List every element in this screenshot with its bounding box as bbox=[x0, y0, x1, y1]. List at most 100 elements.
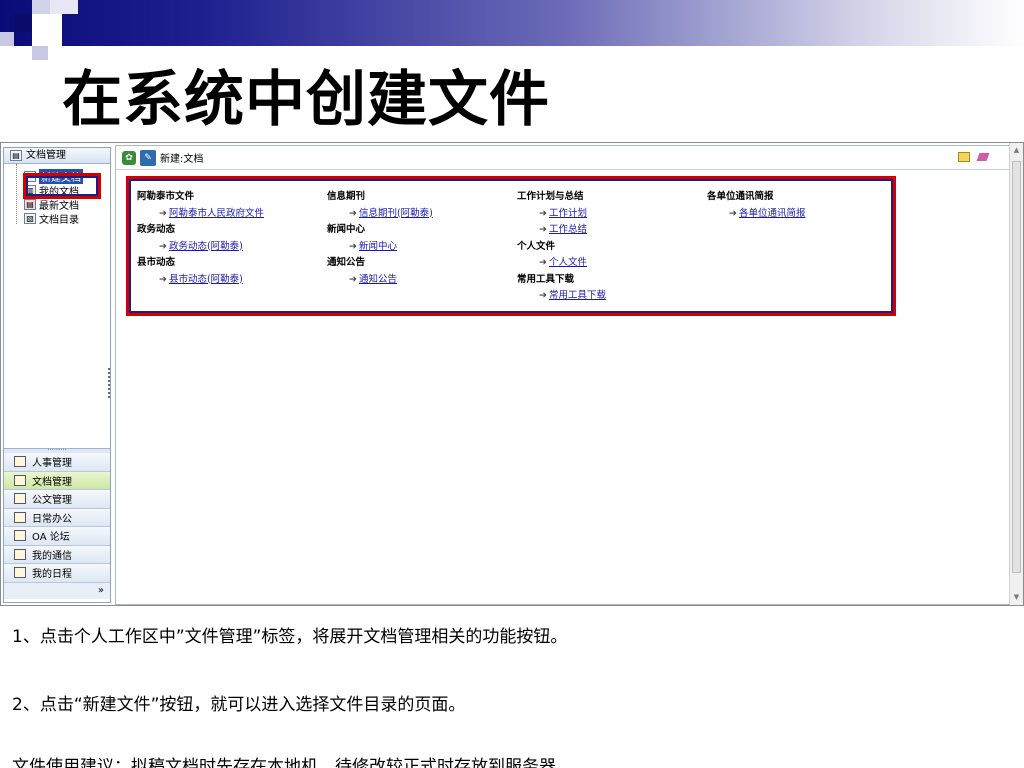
module-list: 人事管理 文档管理 公文管理 日常办公 OA 论坛 我的通信 我的日程 » bbox=[4, 453, 110, 599]
main-panel: ✿ ✎ 新建:文档 阿勒泰市文件 ➔ 阿勒泰市人民政府文件 政务动态 ➔ 政务动态(阿勒泰… bbox=[115, 145, 1011, 605]
arrow-icon: ➔ bbox=[159, 240, 167, 252]
category-link-row: ➔ 通知公告 bbox=[327, 272, 517, 289]
doc-tree-panel: ▤ 文档管理 ✎ 新建文档 ▥ 我的文档 ▤ 最新文档 ▧ 文档目录 bbox=[4, 148, 110, 448]
sidebar-header[interactable]: ▤ 文档管理 bbox=[4, 148, 110, 164]
category-title: 常用工具下载 bbox=[517, 273, 575, 285]
arrow-icon: ➔ bbox=[159, 273, 167, 285]
category-link-row: ➔ 政务动态(阿勒泰) bbox=[137, 239, 327, 256]
category-title: 信息期刊 bbox=[327, 191, 366, 202]
office-icon bbox=[14, 511, 26, 523]
decor-square bbox=[32, 46, 48, 60]
category-link[interactable]: 通知公告 bbox=[359, 274, 397, 285]
category-link[interactable]: 常用工具下载 bbox=[549, 290, 606, 301]
personnel-icon bbox=[14, 456, 26, 468]
category-link[interactable]: 各单位通讯简报 bbox=[739, 208, 806, 219]
module-label: 人事管理 bbox=[32, 458, 72, 470]
arrow-icon: ➔ bbox=[539, 207, 547, 219]
more-modules-button[interactable]: » bbox=[4, 582, 110, 599]
schedule-icon bbox=[14, 567, 26, 579]
decor-square bbox=[14, 14, 32, 32]
category-column: 信息期刊 ➔ 信息期刊(阿勒泰) 新闻中心 ➔ 新闻中心 通知公告 ➔ 通知公告 bbox=[327, 189, 517, 305]
category-link[interactable]: 政务动态(阿勒泰) bbox=[169, 241, 243, 252]
category-link-row: ➔ 阿勒泰市人民政府文件 bbox=[137, 206, 327, 223]
module-office[interactable]: 日常办公 bbox=[4, 508, 110, 527]
app-screenshot: ▤ 文档管理 ✎ 新建文档 ▥ 我的文档 ▤ 最新文档 ▧ 文档目录 ·····… bbox=[0, 142, 1024, 606]
tree-item-doc-catalog[interactable]: ▧ 文档目录 bbox=[24, 211, 110, 226]
doc-catalog-icon: ▧ bbox=[24, 212, 36, 224]
category-link-row: ➔ 各单位通讯简报 bbox=[707, 206, 897, 223]
category-column: 各单位通讯简报 ➔ 各单位通讯简报 bbox=[707, 189, 897, 305]
module-doc-management[interactable]: 文档管理 bbox=[4, 471, 110, 490]
official-doc-icon bbox=[14, 493, 26, 505]
category-link[interactable]: 工作总结 bbox=[549, 224, 587, 235]
arrow-icon: ➔ bbox=[539, 290, 547, 301]
category-column: 工作计划与总结 ➔ 工作计划 ➔ 工作总结 个人文件 ➔ 个人文件 常用工具下载 ➔ 常用工具下载 bbox=[517, 189, 707, 305]
arrow-icon: ➔ bbox=[349, 273, 357, 285]
category-panel: 阿勒泰市文件 ➔ 阿勒泰市人民政府文件 政务动态 ➔ 政务动态(阿勒泰) 县市动态 ➔ 县市动态… bbox=[126, 176, 896, 316]
arrow-icon: ➔ bbox=[349, 207, 357, 219]
category-link[interactable]: 信息期刊(阿勒泰) bbox=[359, 208, 433, 219]
mail-icon bbox=[14, 548, 26, 560]
module-label: OA 论坛 bbox=[32, 532, 70, 544]
arrow-icon: ➔ bbox=[729, 207, 737, 219]
category-link-row: ➔ 工作总结 bbox=[517, 222, 707, 239]
scrollbar-thumb[interactable] bbox=[1012, 161, 1021, 573]
module-mail[interactable]: 我的通信 bbox=[4, 545, 110, 564]
category-title: 工作计划与总结 bbox=[517, 191, 584, 202]
arrow-icon: ➔ bbox=[539, 257, 547, 268]
category-link[interactable]: 工作计划 bbox=[549, 208, 587, 219]
book-icon: ▤ bbox=[10, 150, 22, 161]
module-official-doc[interactable]: 公文管理 bbox=[4, 490, 110, 509]
caption-step-1: 1、点击个人工作区中”文件管理”标签，将展开文档管理相关的功能按钮。 bbox=[12, 627, 568, 647]
toolbar-actions bbox=[958, 152, 990, 162]
gear-icon[interactable]: ✿ bbox=[122, 150, 136, 165]
category-title: 县市动态 bbox=[137, 257, 176, 268]
category-link[interactable]: 阿勒泰市人民政府文件 bbox=[169, 208, 264, 219]
book-icon bbox=[14, 474, 26, 486]
category-title: 政务动态 bbox=[137, 224, 176, 235]
category-link-row: ➔ 县市动态(阿勒泰) bbox=[137, 272, 327, 289]
module-label: 我的日程 bbox=[32, 569, 72, 581]
caption-tip: 文件使用建议：拟稿文档时先存在本地机，待修改较正式时存放到服务器 bbox=[12, 757, 556, 768]
module-label: 我的通信 bbox=[32, 550, 72, 562]
category-columns: 阿勒泰市文件 ➔ 阿勒泰市人民政府文件 政务动态 ➔ 政务动态(阿勒泰) 县市动态 ➔ 县市动态… bbox=[137, 189, 897, 305]
category-link-row: ➔ 常用工具下载 bbox=[517, 288, 707, 305]
module-label: 日常办公 bbox=[32, 513, 72, 525]
new-doc-icon: ✎ bbox=[140, 149, 156, 166]
module-personnel[interactable]: 人事管理 bbox=[4, 453, 110, 472]
category-title: 个人文件 bbox=[517, 240, 556, 252]
decor-square bbox=[50, 0, 78, 14]
scroll-up-icon[interactable]: ▲ bbox=[1012, 146, 1021, 155]
decor-square bbox=[32, 0, 50, 14]
sidebar: ▤ 文档管理 ✎ 新建文档 ▥ 我的文档 ▤ 最新文档 ▧ 文档目录 ·····… bbox=[3, 147, 111, 603]
eraser-icon[interactable] bbox=[976, 153, 990, 161]
tree-guide-line bbox=[16, 164, 17, 224]
decor-square bbox=[0, 32, 14, 46]
vertical-scrollbar[interactable]: ▲ ▼ bbox=[1009, 143, 1023, 605]
caption-step-2: 2、点击“新建文件”按钮，就可以进入选择文件目录的页面。 bbox=[12, 695, 466, 715]
category-link[interactable]: 县市动态(阿勒泰) bbox=[169, 274, 243, 285]
scroll-down-icon[interactable]: ▼ bbox=[1012, 593, 1021, 602]
category-link-row: ➔ 新闻中心 bbox=[327, 239, 517, 256]
folder-icon[interactable] bbox=[958, 152, 970, 162]
sidebar-header-label: 文档管理 bbox=[26, 149, 66, 161]
arrow-icon: ➔ bbox=[349, 240, 357, 252]
category-title: 各单位通讯简报 bbox=[707, 191, 774, 202]
tree-item-latest-doc[interactable]: ▤ 最新文档 bbox=[24, 197, 110, 212]
tree-item-label: 文档目录 bbox=[39, 214, 79, 226]
category-link[interactable]: 个人文件 bbox=[549, 257, 587, 268]
category-title: 阿勒泰市文件 bbox=[137, 191, 195, 202]
latest-doc-icon: ▤ bbox=[24, 198, 36, 210]
category-title: 新闻中心 bbox=[327, 224, 366, 235]
category-link-row: ➔ 个人文件 bbox=[517, 255, 707, 272]
highlight-box-new-doc bbox=[23, 173, 101, 199]
arrow-icon: ➔ bbox=[159, 207, 167, 219]
category-link-row: ➔ 信息期刊(阿勒泰) bbox=[327, 206, 517, 223]
toolbar-title: 新建:文档 bbox=[160, 154, 204, 165]
category-title: 通知公告 bbox=[327, 257, 366, 268]
category-link-row: ➔ 工作计划 bbox=[517, 206, 707, 223]
module-forum[interactable]: OA 论坛 bbox=[4, 527, 110, 546]
resize-grip[interactable] bbox=[108, 368, 110, 398]
module-schedule[interactable]: 我的日程 bbox=[4, 564, 110, 583]
category-link[interactable]: 新闻中心 bbox=[359, 241, 397, 252]
